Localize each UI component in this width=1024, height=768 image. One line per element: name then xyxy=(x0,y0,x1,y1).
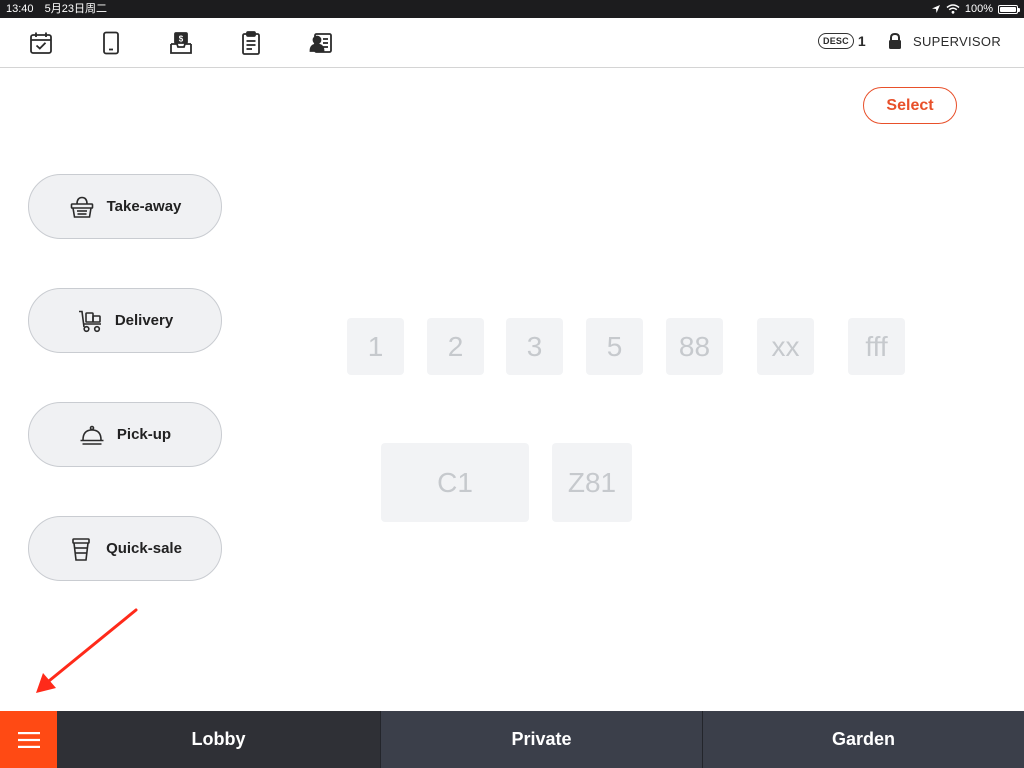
status-date: 5月23日周二 xyxy=(44,3,107,15)
svg-text:$: $ xyxy=(179,35,184,44)
table-xx[interactable]: xx xyxy=(757,318,814,375)
table-1[interactable]: 1 xyxy=(347,318,404,375)
tab-private[interactable]: Private xyxy=(380,711,702,768)
delivery-button[interactable]: Delivery xyxy=(28,288,222,353)
cup-icon xyxy=(72,537,90,561)
table-88[interactable]: 88 xyxy=(666,318,723,375)
cloche-icon xyxy=(80,425,104,445)
pick-up-label: Pick-up xyxy=(116,426,172,443)
delivery-cart-icon xyxy=(78,310,101,332)
take-away-button[interactable]: Take-away xyxy=(28,174,222,239)
tablet-icon[interactable] xyxy=(98,30,124,56)
select-button[interactable]: Select xyxy=(863,87,957,124)
table-3[interactable]: 3 xyxy=(506,318,563,375)
user-indicator[interactable]: SUPERVISOR xyxy=(887,32,1001,50)
bottom-nav: Lobby Private Garden xyxy=(0,711,1024,768)
clipboard-icon[interactable] xyxy=(238,30,264,56)
location-icon xyxy=(931,5,940,13)
table-z81[interactable]: Z81 xyxy=(552,443,632,522)
quick-sale-label: Quick-sale xyxy=(106,540,182,557)
battery-percent: 100% xyxy=(964,3,993,15)
top-toolbar: $ DESC 1 SUPERVISOR xyxy=(0,18,1024,68)
quick-sale-button[interactable]: Quick-sale xyxy=(28,516,222,581)
desc-sort-badge: DESC xyxy=(818,33,854,49)
wifi-icon xyxy=(946,4,960,14)
battery-icon xyxy=(998,4,1020,14)
user-role: SUPERVISOR xyxy=(913,33,1002,49)
status-bar: 13:40 5月23日周二 100% xyxy=(0,0,1024,18)
lock-icon xyxy=(889,32,901,49)
delivery-label: Delivery xyxy=(114,312,174,329)
pick-up-button[interactable]: Pick-up xyxy=(28,402,222,467)
cash-drawer-icon[interactable]: $ xyxy=(168,30,194,56)
tab-lobby[interactable]: Lobby xyxy=(57,711,380,768)
table-fff[interactable]: fff xyxy=(848,318,905,375)
hamburger-icon xyxy=(17,731,40,748)
customer-card-icon[interactable] xyxy=(308,30,334,56)
annotation-arrow xyxy=(36,608,138,693)
status-time: 13:40 xyxy=(6,3,34,15)
take-away-label: Take-away xyxy=(106,198,182,215)
calendar-check-icon[interactable] xyxy=(28,30,54,56)
tab-garden[interactable]: Garden xyxy=(702,711,1024,768)
basket-icon xyxy=(70,196,93,218)
desc-count: 1 xyxy=(857,33,866,49)
hamburger-menu-button[interactable] xyxy=(0,711,57,768)
table-2[interactable]: 2 xyxy=(427,318,484,375)
table-5[interactable]: 5 xyxy=(586,318,643,375)
table-c1[interactable]: C1 xyxy=(381,443,529,522)
order-sort-indicator[interactable]: DESC 1 xyxy=(818,33,866,49)
